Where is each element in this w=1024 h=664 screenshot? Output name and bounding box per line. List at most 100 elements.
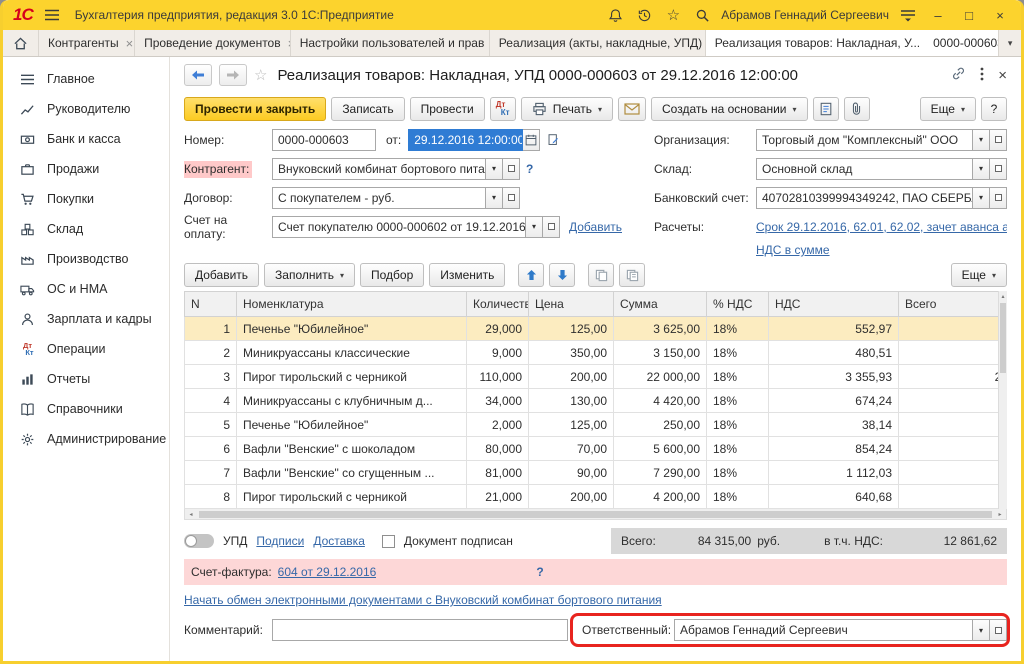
cell-vat-rate[interactable]: 18% xyxy=(707,437,769,461)
cell-sum[interactable]: 7 290,00 xyxy=(614,461,707,485)
sidebar-item-manager[interactable]: Руководителю xyxy=(3,94,169,124)
history-icon[interactable] xyxy=(634,5,654,25)
date-value[interactable]: 29.12.2016 12:00:00 xyxy=(408,129,523,151)
col-total[interactable]: Всего xyxy=(899,292,1008,317)
dropdown-icon[interactable]: ▾ xyxy=(973,158,990,180)
vertical-scrollbar[interactable]: ▴ xyxy=(998,291,1007,509)
cell-total[interactable]: 4 200,00 xyxy=(899,485,1008,509)
table-row[interactable]: 4 Миникруассаны с клубничным д... 34,000… xyxy=(185,389,1008,413)
current-user[interactable]: Абрамов Геннадий Сергеевич xyxy=(721,8,889,22)
cell-n[interactable]: 1 xyxy=(185,317,237,341)
sidebar-item-purchases[interactable]: Покупки xyxy=(3,184,169,214)
cell-n[interactable]: 7 xyxy=(185,461,237,485)
forward-button[interactable] xyxy=(219,64,247,86)
document-edit-icon[interactable] xyxy=(547,133,560,147)
col-quantity[interactable]: Количество xyxy=(467,292,529,317)
table-row[interactable]: 2 Миникруассаны классические 9,000 350,0… xyxy=(185,341,1008,365)
col-price[interactable]: Цена xyxy=(529,292,614,317)
horizontal-scrollbar[interactable]: ◂ ▸ xyxy=(184,509,1007,520)
cell-total[interactable]: 5 600,00 xyxy=(899,437,1008,461)
sidebar-item-sales[interactable]: Продажи xyxy=(3,154,169,184)
post-and-close-button[interactable]: Провести и закрыть xyxy=(184,97,326,121)
cell-sum[interactable]: 3 150,00 xyxy=(614,341,707,365)
cell-n[interactable]: 3 xyxy=(185,365,237,389)
cell-sum[interactable]: 250,00 xyxy=(614,413,707,437)
cell-quantity[interactable]: 21,000 xyxy=(467,485,529,509)
scrollbar-thumb[interactable] xyxy=(199,511,992,518)
cell-vat[interactable]: 674,24 xyxy=(769,389,899,413)
add-payment-invoice-link[interactable]: Добавить xyxy=(569,220,622,234)
tab-kontragenty[interactable]: Контрагенты × xyxy=(39,30,135,56)
vat-in-sum-link[interactable]: НДС в сумме xyxy=(756,243,830,257)
cell-total[interactable]: 250,00 xyxy=(899,413,1008,437)
search-icon[interactable] xyxy=(692,5,712,25)
cell-price[interactable]: 90,00 xyxy=(529,461,614,485)
cell-n[interactable]: 4 xyxy=(185,389,237,413)
cell-vat[interactable]: 38,14 xyxy=(769,413,899,437)
cell-vat-rate[interactable]: 18% xyxy=(707,389,769,413)
cell-vat[interactable]: 1 112,03 xyxy=(769,461,899,485)
table-row[interactable]: 8 Пирог тирольский с черникой 21,000 200… xyxy=(185,485,1008,509)
move-up-button[interactable] xyxy=(518,263,544,287)
sidebar-item-salary-hr[interactable]: Зарплата и кадры xyxy=(3,304,169,334)
sidebar-item-production[interactable]: Производство xyxy=(3,244,169,274)
cell-nomenclature[interactable]: Вафли "Венские" со сгущенным ... xyxy=(237,461,467,485)
cell-nomenclature[interactable]: Пирог тирольский с черникой xyxy=(237,485,467,509)
favorite-star-icon[interactable]: ☆ xyxy=(254,66,267,84)
email-button[interactable] xyxy=(618,97,646,121)
dropdown-icon[interactable]: ▾ xyxy=(973,129,990,151)
scroll-right-icon[interactable]: ▸ xyxy=(994,511,1006,518)
close-document-icon[interactable]: × xyxy=(998,67,1007,84)
open-icon[interactable] xyxy=(990,187,1007,209)
open-icon[interactable] xyxy=(503,158,520,180)
move-down-button[interactable] xyxy=(549,263,575,287)
cell-quantity[interactable]: 2,000 xyxy=(467,413,529,437)
cell-n[interactable]: 5 xyxy=(185,413,237,437)
cell-sum[interactable]: 3 625,00 xyxy=(614,317,707,341)
cell-vat-rate[interactable]: 18% xyxy=(707,317,769,341)
cell-price[interactable]: 70,00 xyxy=(529,437,614,461)
tab-provedenie-dokumentov[interactable]: Проведение документов × xyxy=(135,30,291,56)
cell-quantity[interactable]: 29,000 xyxy=(467,317,529,341)
sidebar-item-administration[interactable]: Администрирование xyxy=(3,424,169,454)
col-sum[interactable]: Сумма xyxy=(614,292,707,317)
counterparty-field[interactable]: Внуковский комбинат бортового питания ▾ xyxy=(272,158,520,180)
dt-kt-button[interactable]: Дт Кт xyxy=(490,97,516,121)
upd-toggle[interactable] xyxy=(184,534,214,548)
sidebar-item-bank-cash[interactable]: Банк и касса xyxy=(3,124,169,154)
scrollbar-thumb[interactable] xyxy=(1000,303,1006,373)
copy-rows-button[interactable] xyxy=(588,263,614,287)
more-dots-icon[interactable] xyxy=(980,67,984,84)
organization-field[interactable]: Торговый дом "Комплексный" ООО ▾ xyxy=(756,129,1007,151)
fill-button[interactable]: Заполнить ▾ xyxy=(264,263,355,287)
cell-price[interactable]: 130,00 xyxy=(529,389,614,413)
responsible-field[interactable]: Абрамов Геннадий Сергеевич ▾ xyxy=(674,619,1007,641)
cell-sum[interactable]: 5 600,00 xyxy=(614,437,707,461)
cell-vat-rate[interactable]: 18% xyxy=(707,485,769,509)
favorites-icon[interactable]: ☆ xyxy=(663,5,683,25)
col-vat-rate[interactable]: % НДС xyxy=(707,292,769,317)
cell-vat[interactable]: 854,24 xyxy=(769,437,899,461)
attachments-button[interactable] xyxy=(844,97,870,121)
table-row[interactable]: 7 Вафли "Венские" со сгущенным ... 81,00… xyxy=(185,461,1008,485)
print-button[interactable]: Печать ▾ xyxy=(521,97,613,121)
cell-vat-rate[interactable]: 18% xyxy=(707,341,769,365)
sidebar-item-reports[interactable]: Отчеты xyxy=(3,364,169,394)
scroll-up-icon[interactable]: ▴ xyxy=(999,291,1007,302)
cell-vat-rate[interactable]: 18% xyxy=(707,461,769,485)
cell-nomenclature[interactable]: Печенье "Юбилейное" xyxy=(237,413,467,437)
tab-realizatsiya-akty[interactable]: Реализация (акты, накладные, УПД) × xyxy=(490,30,706,56)
col-nomenclature[interactable]: Номенклатура xyxy=(237,292,467,317)
post-button[interactable]: Провести xyxy=(410,97,485,121)
change-button[interactable]: Изменить xyxy=(429,263,505,287)
cell-total[interactable]: 3 150,00 xyxy=(899,341,1008,365)
open-icon[interactable] xyxy=(503,187,520,209)
cell-nomenclature[interactable]: Пирог тирольский с черникой xyxy=(237,365,467,389)
open-icon[interactable] xyxy=(990,129,1007,151)
cell-total[interactable]: 3 625,00 xyxy=(899,317,1008,341)
comment-input[interactable] xyxy=(272,619,568,641)
cell-total[interactable]: 7 290,00 xyxy=(899,461,1008,485)
notifications-icon[interactable] xyxy=(605,5,625,25)
cell-total[interactable]: 4 420,00 xyxy=(899,389,1008,413)
cell-price[interactable]: 200,00 xyxy=(529,365,614,389)
